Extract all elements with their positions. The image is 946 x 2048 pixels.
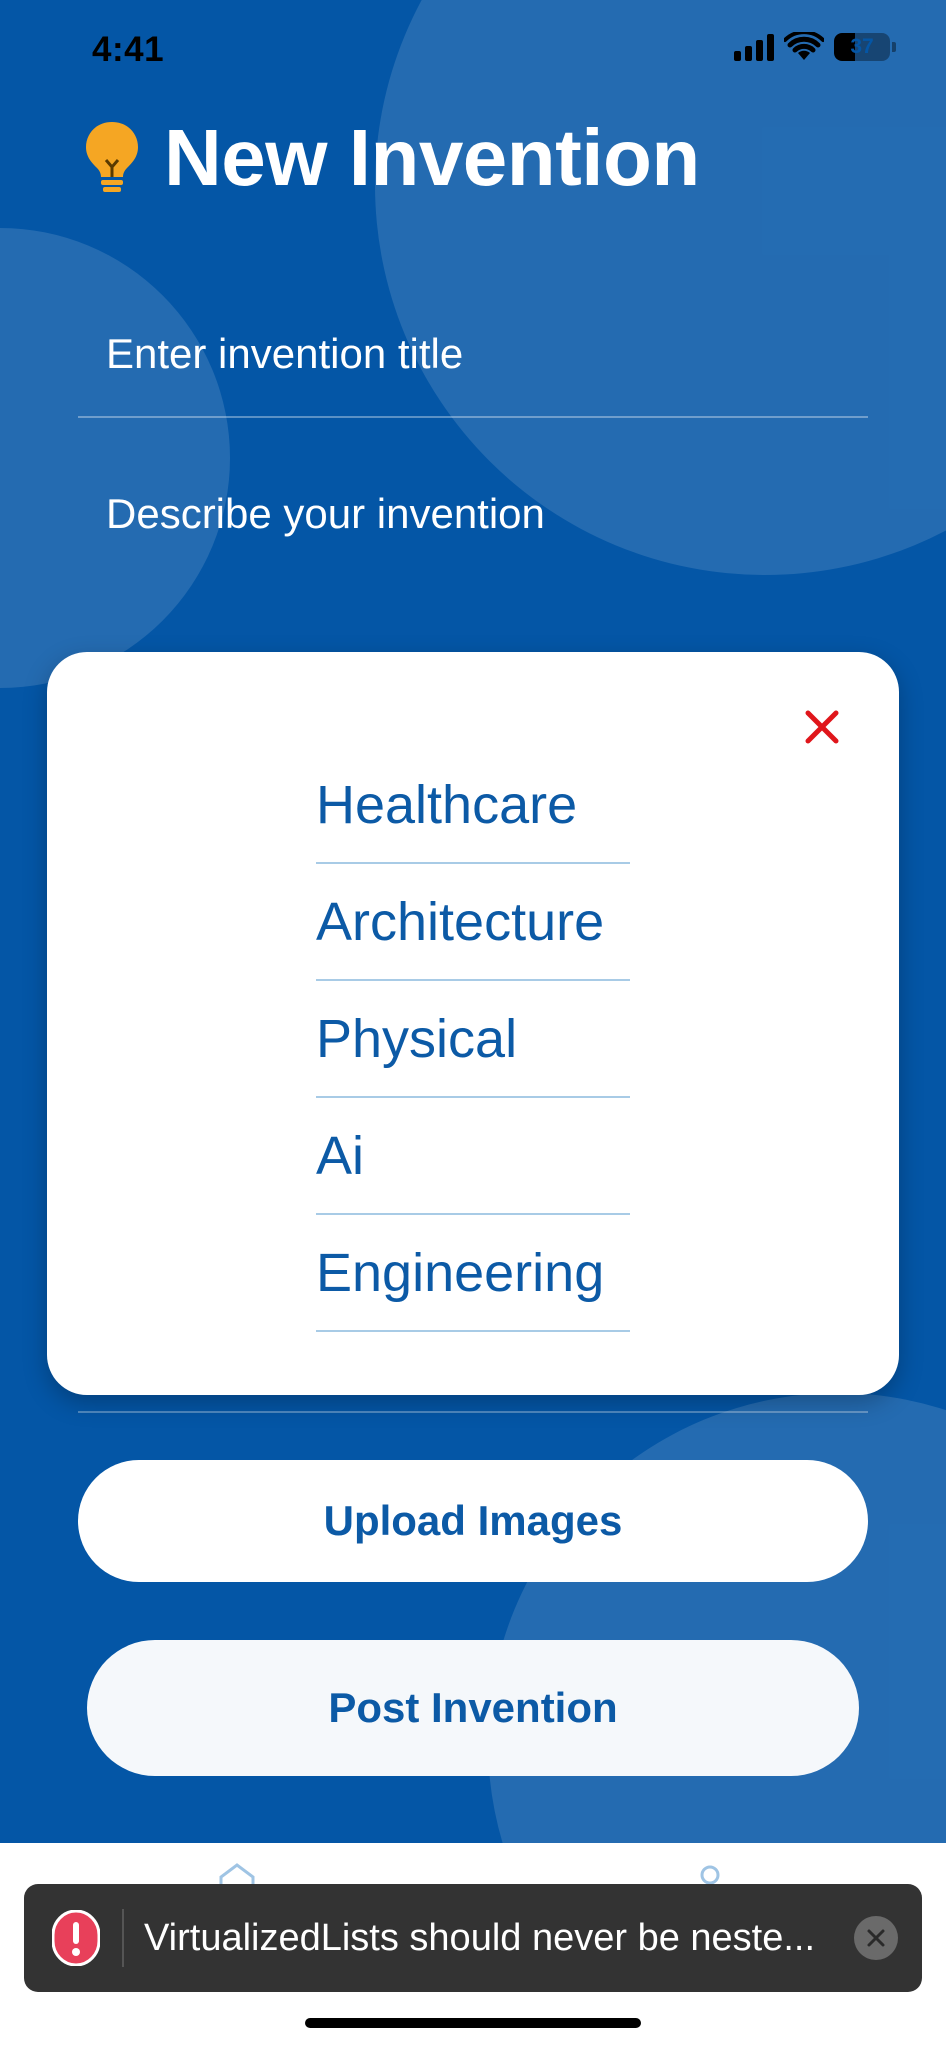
home-indicator[interactable]: [305, 2018, 641, 2028]
battery-level: 37: [850, 35, 874, 58]
signal-icon: [734, 33, 774, 61]
error-toast[interactable]: VirtualizedLists should never be neste..…: [24, 1884, 922, 1992]
category-option-physical[interactable]: Physical: [316, 981, 630, 1098]
post-invention-button[interactable]: Post Invention: [87, 1640, 859, 1776]
toast-message: VirtualizedLists should never be neste..…: [144, 1916, 816, 1959]
invention-description-input[interactable]: Describe your invention: [78, 490, 868, 550]
title-placeholder: Enter invention title: [106, 330, 464, 377]
status-icons: 37: [734, 32, 896, 62]
category-option-healthcare[interactable]: Healthcare: [316, 747, 630, 864]
toast-separator: [122, 1909, 124, 1967]
field-divider: [78, 1411, 868, 1413]
category-option-architecture[interactable]: Architecture: [316, 864, 630, 981]
page-title: New Invention: [164, 113, 700, 202]
upload-images-button[interactable]: Upload Images: [78, 1460, 868, 1582]
page-header: New Invention: [84, 112, 700, 204]
category-option-ai[interactable]: Ai: [316, 1098, 630, 1215]
invention-title-input[interactable]: Enter invention title: [78, 330, 868, 418]
status-time: 4:41: [92, 30, 165, 69]
dismiss-icon[interactable]: [854, 1916, 898, 1960]
category-list: Healthcare Architecture Physical Ai Engi…: [316, 747, 630, 1332]
battery-tip: [892, 42, 896, 52]
error-icon: [52, 1910, 100, 1966]
status-bar: 4:41 37: [0, 0, 946, 100]
close-icon[interactable]: [802, 707, 842, 747]
category-picker-modal: Healthcare Architecture Physical Ai Engi…: [47, 652, 899, 1395]
battery-icon: 37: [834, 33, 890, 61]
wifi-icon: [784, 32, 824, 60]
decor-circle: [0, 228, 230, 688]
category-option-engineering[interactable]: Engineering: [316, 1215, 630, 1332]
app-screen: 4:41 37 New Invention Enter invention ti…: [0, 0, 946, 1843]
description-placeholder: Describe your invention: [106, 490, 545, 537]
lightbulb-icon: [86, 122, 138, 192]
